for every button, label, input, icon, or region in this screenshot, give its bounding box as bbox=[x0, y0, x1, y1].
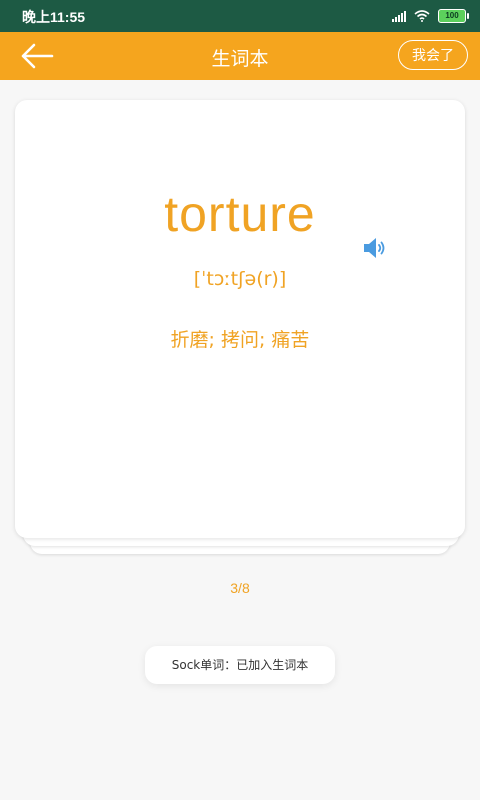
word-text: torture bbox=[164, 186, 316, 242]
progress-indicator: 3/8 bbox=[230, 580, 250, 596]
status-icons: 100 bbox=[392, 8, 469, 24]
status-time: 晚上11:55 bbox=[22, 9, 86, 25]
word-card[interactable]: torture [ˈtɔːtʃə(r)] 折磨; 拷问; 痛苦 bbox=[15, 100, 465, 538]
meaning-text: 折磨; 拷问; 痛苦 bbox=[170, 329, 310, 351]
phonetic-text: [ˈtɔːtʃə(r)] bbox=[193, 268, 287, 290]
speaker-icon[interactable] bbox=[361, 236, 389, 260]
battery-level: 100 bbox=[445, 11, 459, 20]
status-bar: 晚上11:55 100 bbox=[0, 0, 480, 32]
app-header: 生词本 我会了 bbox=[0, 32, 480, 80]
battery-icon: 100 bbox=[438, 9, 469, 23]
wifi-icon bbox=[414, 10, 430, 22]
toast-message: Sock单词：已加入生词本 bbox=[145, 646, 335, 684]
signal-icon bbox=[392, 10, 406, 22]
known-button[interactable]: 我会了 bbox=[398, 40, 468, 70]
